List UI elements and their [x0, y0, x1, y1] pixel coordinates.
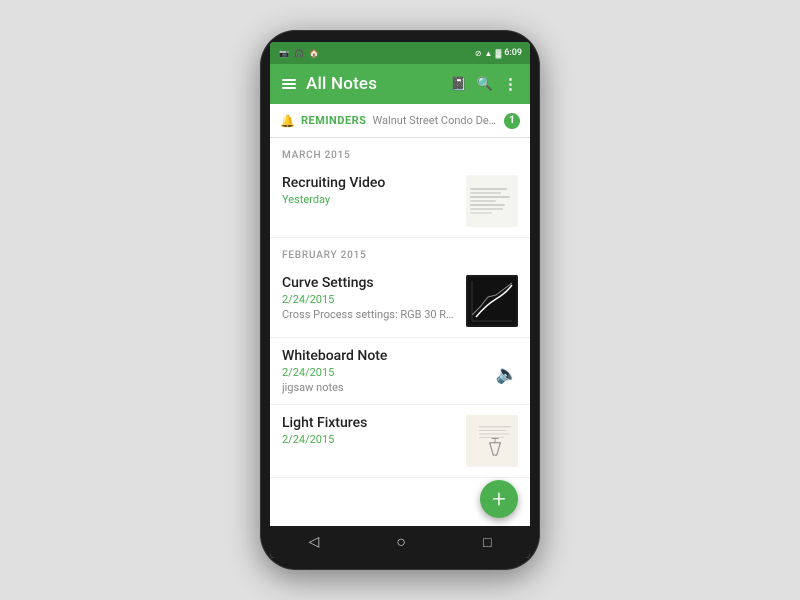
note-content: Recruiting Video Yesterday — [282, 175, 458, 208]
note-thumbnail-light — [466, 415, 518, 467]
home-button[interactable]: ○ — [396, 532, 406, 552]
page-title: All Notes — [306, 74, 441, 94]
note-item-curve-settings[interactable]: Curve Settings 2/24/2015 Cross Process s… — [270, 265, 530, 338]
notebook-icon[interactable]: 📓 — [451, 77, 467, 92]
reminder-bar[interactable]: 🔔 REMINDERS Walnut Street Condo Developm… — [270, 104, 530, 138]
curve-thumb — [466, 275, 518, 327]
headset-icon: 🎧 — [293, 47, 305, 59]
search-icon[interactable]: 🔍 — [477, 77, 493, 92]
note-title: Whiteboard Note — [282, 348, 488, 364]
notes-list: MARCH 2015 Recruiting Video Yesterday — [270, 138, 530, 526]
note-content: Light Fixtures 2/24/2015 — [282, 415, 458, 448]
fab-add-button[interactable]: + — [480, 480, 518, 518]
wifi-icon: ▲ — [485, 49, 493, 58]
note-date: 2/24/2015 — [282, 366, 488, 379]
note-content: Whiteboard Note 2/24/2015 jigsaw notes — [282, 348, 488, 394]
more-icon[interactable]: ⋮ — [503, 75, 518, 93]
note-preview: jigsaw notes — [282, 381, 488, 394]
note-title: Curve Settings — [282, 275, 458, 291]
note-item-whiteboard[interactable]: Whiteboard Note 2/24/2015 jigsaw notes 🔈 — [270, 338, 530, 405]
nav-bar: ◁ ○ □ — [270, 526, 530, 558]
hamburger-menu-button[interactable] — [282, 79, 296, 89]
status-bar: 📷 🎧 🏠 ⊘ ▲ ▓ 6:09 — [270, 42, 530, 64]
note-preview: Cross Process settings: RGB 30 Red: 42 B… — [282, 308, 458, 321]
reminder-bell-icon: 🔔 — [280, 114, 295, 128]
status-icons-right: ⊘ ▲ ▓ 6:09 — [475, 48, 522, 58]
note-item-recruiting-video[interactable]: Recruiting Video Yesterday — [270, 165, 530, 238]
reminder-label: REMINDERS — [301, 114, 367, 127]
note-item-light-fixtures[interactable]: Light Fixtures 2/24/2015 — [270, 405, 530, 478]
recents-button[interactable]: □ — [483, 534, 491, 551]
no-sim-icon: ⊘ — [475, 49, 482, 58]
back-button[interactable]: ◁ — [309, 534, 320, 550]
section-header-march: MARCH 2015 — [270, 138, 530, 165]
camera-icon: 📷 — [278, 47, 290, 59]
app-bar-actions: 📓 🔍 ⋮ — [451, 75, 518, 93]
section-header-february: FEBRUARY 2015 — [270, 238, 530, 265]
note-title: Light Fixtures — [282, 415, 458, 431]
app-bar: All Notes 📓 🔍 ⋮ — [270, 64, 530, 104]
note-title: Recruiting Video — [282, 175, 458, 191]
note-date: Yesterday — [282, 193, 458, 206]
note-thumbnail-curve — [466, 275, 518, 327]
status-icons-left: 📷 🎧 🏠 — [278, 47, 320, 59]
phone-frame: 📷 🎧 🏠 ⊘ ▲ ▓ 6:09 All Notes 📓 🔍 ⋮ — [260, 30, 540, 570]
note-thumbnail-recruiting — [466, 175, 518, 227]
note-date: 2/24/2015 — [282, 433, 458, 446]
time-display: 6:09 — [504, 48, 522, 58]
note-date: 2/24/2015 — [282, 293, 458, 306]
handwritten-thumb — [466, 175, 518, 227]
sketch-thumb — [466, 415, 518, 467]
reminder-text: Walnut Street Condo Development — [372, 114, 498, 127]
audio-icon: 🔈 — [496, 348, 518, 385]
battery-icon: ▓ — [495, 49, 501, 58]
reminder-count-badge: 1 — [504, 113, 520, 129]
note-content: Curve Settings 2/24/2015 Cross Process s… — [282, 275, 458, 321]
alarm-icon: 🏠 — [308, 47, 320, 59]
